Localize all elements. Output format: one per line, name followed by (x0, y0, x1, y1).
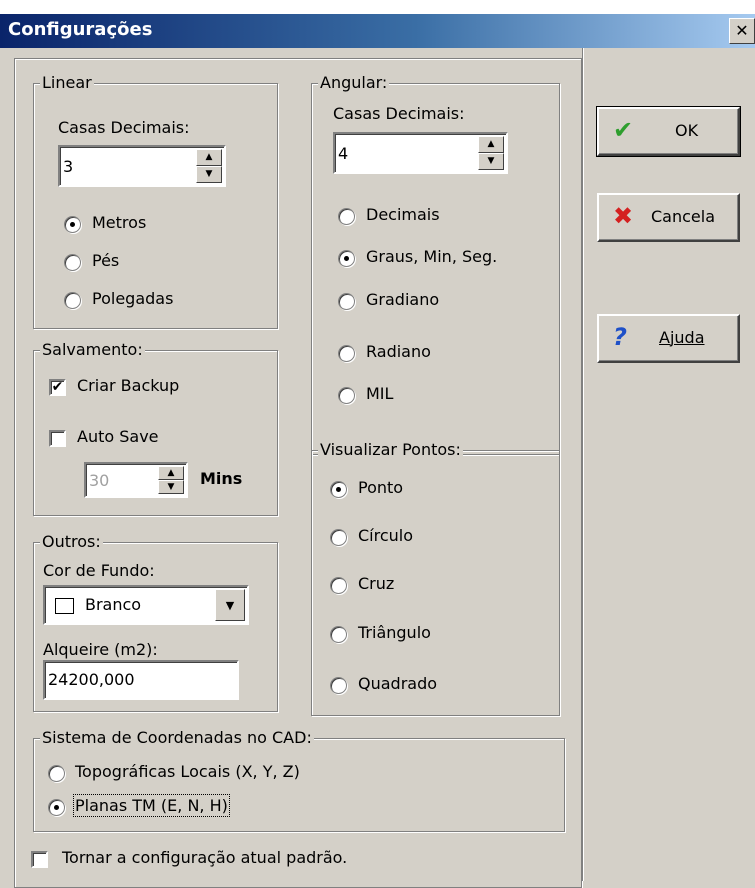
radio-quadrado-label: Quadrado (358, 674, 438, 693)
coords-group: Sistema de Coordenadas no CAD: Topográfi… (33, 728, 565, 832)
autosave-interval-spinner[interactable]: 30 ▲ ▼ (84, 462, 188, 498)
linear-decimals-spinner[interactable]: 3 ▲ ▼ (58, 145, 226, 187)
radio-cruz-label: Cruz (358, 574, 395, 593)
title-bar[interactable]: Configurações ✕ (0, 14, 755, 48)
radio-graus-label: Graus, Min, Seg. (366, 247, 498, 266)
salvamento-group: Salvamento: ✔ Criar Backup Auto Save 30 … (33, 340, 278, 516)
radio-metros-label: Metros (92, 213, 147, 232)
radio-graus[interactable] (338, 250, 355, 267)
angular-legend: Angular: (318, 73, 390, 92)
linear-group: Linear Casas Decimais: 3 ▲ ▼ Metros Pés P… (33, 73, 278, 329)
angular-decimals-value: 4 (338, 144, 349, 163)
radio-gradiano-label: Gradiano (366, 290, 440, 309)
mins-label: Mins (200, 469, 243, 488)
radio-metros[interactable] (64, 216, 81, 233)
button-column-separator (582, 48, 584, 881)
default-config-label: Tornar a configuração atual padrão. (62, 848, 348, 867)
help-button-label: Ajuda (659, 328, 705, 347)
autosave-spin-buttons[interactable]: ▲ ▼ (158, 466, 184, 494)
spin-up-icon[interactable]: ▲ (196, 149, 222, 166)
cancel-button[interactable]: ✖ Cancela (597, 193, 740, 242)
radio-gradiano[interactable] (338, 293, 355, 310)
radio-quadrado[interactable] (330, 677, 347, 694)
radio-radiano[interactable] (338, 345, 355, 362)
checkmark-icon: ✔ (613, 116, 634, 144)
x-icon: ✖ (613, 202, 634, 230)
alqueire-input[interactable]: 24200,000 (43, 660, 239, 700)
radio-pes-label: Pés (92, 251, 120, 270)
default-config-checkbox[interactable] (31, 851, 48, 868)
spin-up-icon[interactable]: ▲ (158, 466, 184, 480)
radio-triangulo[interactable] (330, 626, 347, 643)
linear-decimals-value: 3 (63, 157, 74, 176)
alqueire-value: 24200,000 (48, 670, 135, 689)
backup-label: Criar Backup (77, 376, 180, 395)
spin-down-icon[interactable]: ▼ (478, 153, 504, 170)
bg-color-dropdown[interactable]: Branco ▼ (43, 585, 249, 625)
radio-mil-label: MIL (366, 384, 394, 403)
radio-planas-tm-label: Planas TM (E, N, H) (73, 794, 230, 817)
backup-checkbox[interactable]: ✔ (49, 379, 66, 396)
dropdown-arrow-icon[interactable]: ▼ (215, 589, 245, 621)
help-button[interactable]: ? Ajuda (597, 314, 740, 363)
radio-pes[interactable] (64, 254, 81, 271)
radio-ponto-label: Ponto (358, 478, 404, 497)
radio-decimais[interactable] (338, 208, 355, 225)
window-top-edge (0, 0, 755, 14)
coords-legend: Sistema de Coordenadas no CAD: (40, 728, 314, 747)
radio-cruz[interactable] (330, 577, 347, 594)
spin-up-icon[interactable]: ▲ (478, 136, 504, 153)
angular-group: Angular: Casas Decimais: 4 ▲ ▼ Decimais G… (311, 73, 560, 455)
linear-decimals-spin-buttons[interactable]: ▲ ▼ (196, 149, 222, 183)
points-group: Visualizar Pontos: Ponto Círculo Cruz Tr… (311, 440, 560, 716)
angular-decimals-spin-buttons[interactable]: ▲ ▼ (478, 136, 504, 170)
outros-legend: Outros: (40, 532, 103, 551)
outros-group: Outros: Cor de Fundo: Branco ▼ Alqueire … (33, 532, 278, 712)
alqueire-label: Alqueire (m2): (43, 640, 158, 659)
radio-polegadas-label: Polegadas (92, 289, 174, 308)
bg-color-label: Cor de Fundo: (43, 561, 155, 580)
radio-mil[interactable] (338, 387, 355, 404)
linear-legend: Linear (40, 73, 94, 92)
radio-ponto[interactable] (330, 481, 347, 498)
ok-button-label: OK (675, 121, 699, 140)
linear-decimals-label: Casas Decimais: (58, 118, 190, 137)
color-swatch (55, 598, 74, 614)
close-icon: ✕ (735, 21, 749, 40)
radio-planas-tm[interactable] (48, 799, 65, 816)
autosave-interval-value: 30 (89, 471, 110, 490)
angular-decimals-spinner[interactable]: 4 ▲ ▼ (333, 132, 508, 174)
radio-decimais-label: Decimais (366, 205, 440, 224)
radio-polegadas[interactable] (64, 292, 81, 309)
question-icon: ? (613, 323, 627, 351)
autosave-label: Auto Save (77, 427, 159, 446)
radio-triangulo-label: Triângulo (358, 623, 431, 642)
ok-button[interactable]: ✔ OK (596, 106, 741, 157)
radio-topograficas[interactable] (48, 765, 65, 782)
bg-color-value: Branco (85, 595, 142, 614)
radio-topograficas-label: Topográficas Locais (X, Y, Z) (75, 762, 300, 781)
salvamento-legend: Salvamento: (40, 340, 145, 359)
cancel-button-label: Cancela (651, 207, 716, 226)
angular-decimals-label: Casas Decimais: (333, 104, 465, 123)
radio-circulo[interactable] (330, 529, 347, 546)
radio-radiano-label: Radiano (366, 342, 431, 361)
close-button[interactable]: ✕ (729, 18, 755, 44)
points-legend: Visualizar Pontos: (318, 440, 463, 459)
window-title: Configurações (8, 19, 153, 40)
spin-down-icon[interactable]: ▼ (158, 480, 184, 494)
radio-circulo-label: Círculo (358, 526, 414, 545)
spin-down-icon[interactable]: ▼ (196, 166, 222, 183)
autosave-checkbox[interactable] (49, 430, 66, 447)
